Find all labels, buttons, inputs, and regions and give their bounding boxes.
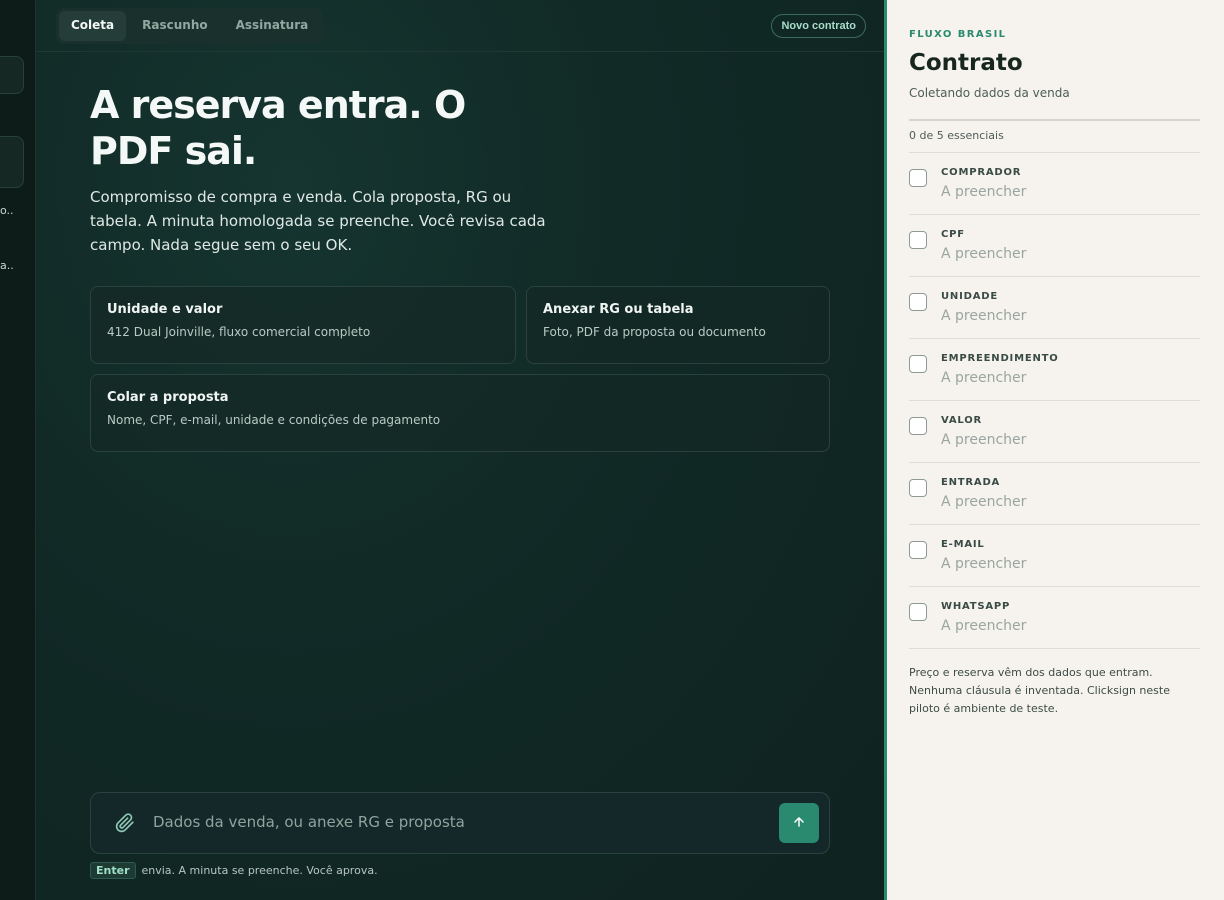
field-value: A preencher bbox=[941, 184, 1027, 200]
message-input[interactable] bbox=[153, 813, 753, 831]
progress-bar bbox=[909, 119, 1200, 121]
progress-label: 0 de 5 essenciais bbox=[909, 129, 1004, 142]
field-label: E-MAIL bbox=[941, 539, 985, 550]
card-title: Unidade e valor bbox=[107, 302, 223, 317]
sidebar-item-1[interactable]: o... bbox=[0, 204, 14, 217]
field-label: UNIDADE bbox=[941, 291, 998, 302]
suggestion-card-anexar[interactable]: Anexar RG ou tabela Foto, PDF da propost… bbox=[526, 286, 830, 364]
card-description: Nome, CPF, e-mail, unidade e condições d… bbox=[107, 413, 441, 427]
card-title: Colar a proposta bbox=[107, 390, 229, 405]
suggestion-card-unidade[interactable]: Unidade e valor 412 Dual Joinville, flux… bbox=[90, 286, 516, 364]
paperclip-icon[interactable] bbox=[115, 813, 135, 833]
suggestion-card-colar[interactable]: Colar a proposta Nome, CPF, e-mail, unid… bbox=[90, 374, 830, 452]
field-value: A preencher bbox=[941, 494, 1027, 510]
checklist-item-empreendimento[interactable]: EMPREENDIMENTO A preencher bbox=[909, 339, 1200, 401]
top-bar: Coleta Rascunho Assinatura Novo contrato bbox=[36, 0, 884, 52]
panel-subtitle: Coletando dados da venda bbox=[909, 86, 1070, 100]
sidebar-rail: o... a... bbox=[0, 0, 36, 900]
card-description: 412 Dual Joinville, fluxo comercial comp… bbox=[107, 325, 371, 339]
sidebar-search-box[interactable] bbox=[0, 56, 24, 94]
field-label: EMPREENDIMENTO bbox=[941, 353, 1059, 364]
checkbox[interactable] bbox=[909, 541, 927, 559]
checklist-item-entrada[interactable]: ENTRADA A preencher bbox=[909, 463, 1200, 525]
field-value: A preencher bbox=[941, 432, 1027, 448]
field-value: A preencher bbox=[941, 618, 1027, 634]
card-description: Foto, PDF da proposta ou documento bbox=[543, 325, 766, 339]
checkbox[interactable] bbox=[909, 603, 927, 621]
sidebar-item-2[interactable]: a... bbox=[0, 259, 14, 272]
field-checklist: COMPRADOR A preencher CPF A preencher UNIDAD… bbox=[909, 152, 1200, 649]
field-value: A preencher bbox=[941, 556, 1027, 572]
contract-panel: FLUXO BRASIL Contrato Coletando dados da… bbox=[884, 0, 1224, 900]
composer-hint: Enter envia. A minuta se preenche. Você … bbox=[90, 862, 378, 879]
arrow-up-icon bbox=[792, 815, 806, 832]
checklist-item-valor[interactable]: VALOR A preencher bbox=[909, 401, 1200, 463]
main-area: Coleta Rascunho Assinatura Novo contrato… bbox=[36, 0, 884, 900]
field-label: COMPRADOR bbox=[941, 167, 1022, 178]
checklist-item-cpf[interactable]: CPF A preencher bbox=[909, 215, 1200, 277]
checklist-item-unidade[interactable]: UNIDADE A preencher bbox=[909, 277, 1200, 339]
tab-assinatura[interactable]: Assinatura bbox=[224, 11, 321, 41]
checkbox[interactable] bbox=[909, 231, 927, 249]
checklist-item-e-mail[interactable]: E-MAIL A preencher bbox=[909, 525, 1200, 587]
checklist-item-whatsapp[interactable]: WHATSAPP A preencher bbox=[909, 587, 1200, 649]
tab-group: Coleta Rascunho Assinatura bbox=[56, 8, 324, 44]
hero-subtitle: Compromisso de compra e venda. Cola prop… bbox=[90, 188, 546, 254]
send-button[interactable] bbox=[779, 803, 819, 843]
hint-text: envia. A minuta se preenche. Você aprova… bbox=[141, 864, 378, 877]
checklist-item-comprador[interactable]: COMPRADOR A preencher bbox=[909, 153, 1200, 215]
field-label: VALOR bbox=[941, 415, 983, 426]
new-contract-button[interactable]: Novo contrato bbox=[771, 14, 866, 38]
checkbox[interactable] bbox=[909, 479, 927, 497]
field-value: A preencher bbox=[941, 370, 1027, 386]
panel-title: Contrato bbox=[909, 50, 1023, 76]
tab-rascunho[interactable]: Rascunho bbox=[130, 11, 219, 41]
checkbox[interactable] bbox=[909, 169, 927, 187]
field-label: WHATSAPP bbox=[941, 601, 1011, 612]
brand-label: FLUXO BRASIL bbox=[909, 29, 1007, 40]
card-title: Anexar RG ou tabela bbox=[543, 302, 694, 317]
checkbox[interactable] bbox=[909, 355, 927, 373]
checkbox[interactable] bbox=[909, 417, 927, 435]
panel-footnote: Preço e reserva vêm dos dados que entram… bbox=[909, 666, 1170, 715]
composer bbox=[90, 792, 830, 854]
tab-coleta[interactable]: Coleta bbox=[59, 11, 127, 41]
field-label: ENTRADA bbox=[941, 477, 1001, 488]
field-value: A preencher bbox=[941, 308, 1027, 324]
field-label: CPF bbox=[941, 229, 965, 240]
checkbox[interactable] bbox=[909, 293, 927, 311]
field-value: A preencher bbox=[941, 246, 1027, 262]
sidebar-active-item[interactable] bbox=[0, 136, 24, 188]
enter-key-badge: Enter bbox=[90, 862, 136, 879]
hero-title: A reserva entra. O PDF sai. bbox=[90, 83, 466, 173]
